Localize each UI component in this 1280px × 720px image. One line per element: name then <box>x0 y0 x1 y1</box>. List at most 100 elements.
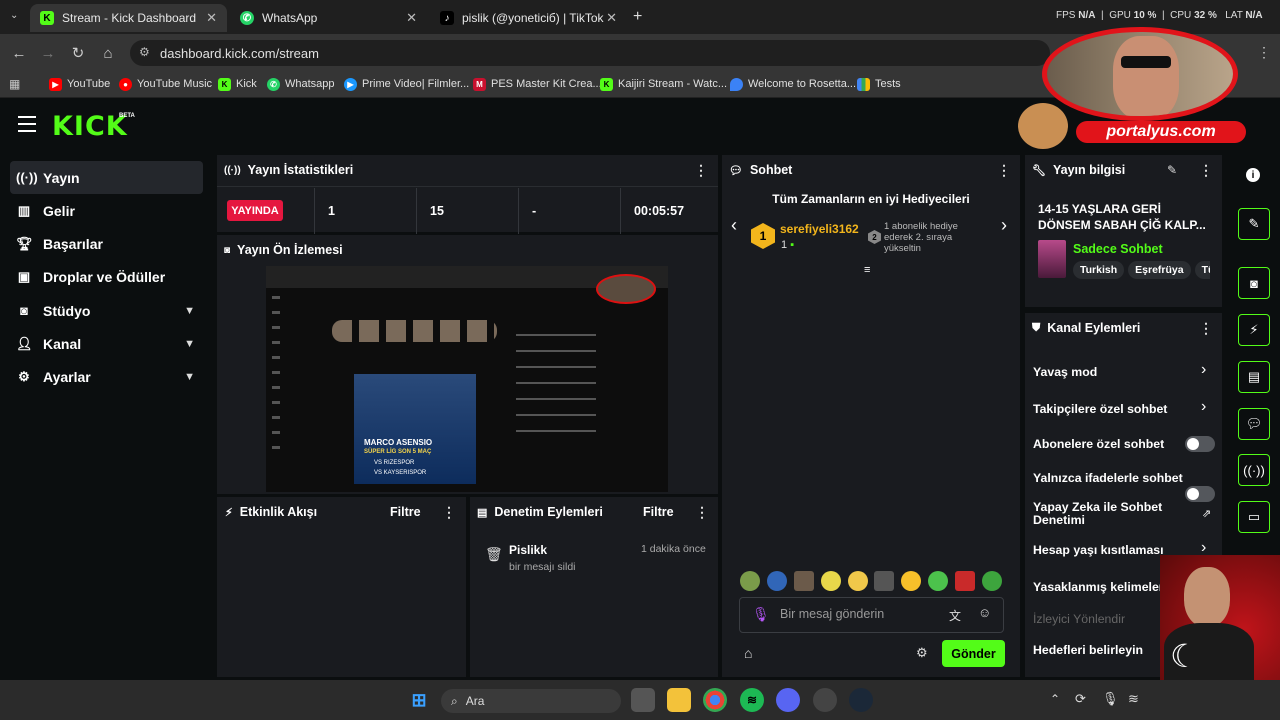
chevron-left-icon[interactable]: ‹ <box>731 215 737 236</box>
activity-filter-button[interactable]: Filtre <box>390 505 421 519</box>
stream-preview-video[interactable]: MARCO ASENSIO SÜPER LİG SON 5 MAÇ VS RIZ… <box>266 266 668 492</box>
emotes-only-toggle[interactable] <box>1185 486 1215 502</box>
send-button[interactable]: Gönder <box>942 640 1005 667</box>
bookmark-whatsapp[interactable]: ✆ Whatsapp <box>267 75 335 93</box>
chat-menu-icon[interactable]: ⋮ <box>997 162 1011 179</box>
browser-menu-icon[interactable]: ⋮ <box>1257 44 1271 61</box>
emote-icon[interactable] <box>874 571 895 591</box>
sidebar-item-droplar[interactable]: ▣ Droplar ve Ödüller <box>10 260 203 293</box>
emote-icon[interactable] <box>847 571 868 591</box>
emoji-icon[interactable]: ☺ <box>978 605 991 620</box>
activity-menu-icon[interactable]: ⋮ <box>442 504 456 521</box>
forward-arrow-icon[interactable]: → <box>37 42 59 64</box>
close-icon[interactable]: ✕ <box>406 10 417 26</box>
close-icon[interactable]: ✕ <box>606 10 617 26</box>
file-explorer-icon[interactable] <box>667 688 691 712</box>
chrome-icon[interactable] <box>703 688 727 712</box>
close-icon[interactable]: ✕ <box>206 10 217 26</box>
moderation-filter-button[interactable]: Filtre <box>643 505 674 519</box>
chevron-right-icon[interactable]: › <box>1001 215 1007 236</box>
discord-icon[interactable] <box>776 688 800 712</box>
emote-icon[interactable] <box>740 571 760 591</box>
collapse-icon[interactable]: ≡ <box>864 264 870 276</box>
bookmark-rosetta[interactable]: Welcome to Rosetta... <box>730 75 856 93</box>
kick-logo[interactable]: KICK <box>52 111 128 142</box>
bookmark-youtube[interactable]: ▶ YouTube <box>49 75 110 93</box>
category-thumbnail[interactable] <box>1038 240 1066 278</box>
steam-icon[interactable] <box>849 688 873 712</box>
windows-start-icon[interactable]: ⊞ <box>407 688 431 712</box>
moderation-menu-icon[interactable]: ⋮ <box>695 504 709 521</box>
stream-info-menu-icon[interactable]: ⋮ <box>1199 162 1213 179</box>
sidebar-item-basarilar[interactable]: 🏆︎ Başarılar <box>10 227 203 260</box>
microphone-icon[interactable]: 🎙︎ <box>752 606 770 623</box>
emote-icon[interactable] <box>766 571 787 591</box>
bookmark-tests[interactable]: Tests <box>857 75 901 93</box>
emote-icon[interactable] <box>901 571 922 591</box>
bolt-icon[interactable]: ⚡︎ <box>1238 314 1270 346</box>
tag[interactable]: Tü <box>1194 261 1210 279</box>
tab-search-icon[interactable]: ⌄ <box>10 10 18 21</box>
edit-pencil-icon[interactable]: ✎ <box>1167 163 1177 177</box>
home-icon[interactable]: ⌂ <box>97 42 119 64</box>
document-icon[interactable]: ▤ <box>1238 361 1270 393</box>
bookmark-prime-video[interactable]: ▶ Prime Video| Filmler... <box>344 75 469 93</box>
spotify-icon[interactable]: ≋ <box>740 688 764 712</box>
sidebar-item-yayin[interactable]: ((·)) Yayın <box>10 161 203 194</box>
subs-only-toggle[interactable] <box>1185 436 1215 452</box>
sync-icon[interactable]: ⟳ <box>1075 691 1086 707</box>
apps-grid-icon[interactable]: ▦ <box>9 77 20 91</box>
camera-icon[interactable]: ◙ <box>1238 267 1270 299</box>
bookmark-youtube-music[interactable]: ● YouTube Music <box>119 75 212 93</box>
tray-chevron-icon[interactable]: ⌃ <box>1050 692 1060 706</box>
new-tab-plus-icon[interactable]: + <box>633 8 642 26</box>
category-link[interactable]: Sadece Sohbet <box>1073 242 1163 256</box>
stats-menu-icon[interactable]: ⋮ <box>694 162 708 179</box>
edit-icon[interactable]: ✎ <box>1238 208 1270 240</box>
translate-icon[interactable]: 文 <box>949 607 961 624</box>
reload-icon[interactable]: ↻ <box>67 42 89 64</box>
hamburger-menu-icon[interactable] <box>18 116 36 132</box>
url-field[interactable]: ⚙ dashboard.kick.com/stream <box>130 40 1050 66</box>
tag[interactable]: Eşrefrüya <box>1128 261 1191 279</box>
video-icon[interactable]: ▭ <box>1238 501 1270 533</box>
microphone-tray-icon[interactable]: 🎙︎ <box>1102 691 1119 707</box>
site-info-icon[interactable]: ⚙ <box>139 45 150 59</box>
chat-header: 💬︎ Sohbet <box>729 163 793 177</box>
bookmark-kaijiri[interactable]: K Kaijiri Stream - Watc... <box>600 75 727 93</box>
back-arrow-icon[interactable]: ← <box>8 42 30 64</box>
ai-moderation-row[interactable]: Yapay Zeka ile Sohbet Denetimi <box>1033 500 1183 528</box>
tab-whatsapp[interactable]: ✆ WhatsApp ✕ <box>230 4 427 32</box>
emote-icon[interactable] <box>928 571 949 591</box>
info-icon[interactable]: i <box>1246 168 1260 182</box>
sidebar-item-gelir[interactable]: ▥ Gelir <box>10 194 203 227</box>
bookmark-kick[interactable]: K Kick <box>218 75 257 93</box>
external-link-icon[interactable]: ⇗ <box>1202 507 1211 520</box>
chevron-right-icon[interactable]: › <box>1201 361 1206 379</box>
channel-actions-menu-icon[interactable]: ⋮ <box>1199 320 1213 337</box>
task-view-icon[interactable] <box>631 688 655 712</box>
sidebar-item-studyo[interactable]: ◙ Stüdyo ▼ <box>10 294 203 327</box>
top-gifter-name[interactable]: serefiyeli3162 <box>780 222 859 236</box>
sidebar-item-ayarlar[interactable]: ⚙ Ayarlar ▼ <box>10 360 203 393</box>
viewer-count: 1 <box>328 204 335 218</box>
obs-icon[interactable] <box>813 688 837 712</box>
tag[interactable]: Turkish <box>1073 261 1125 279</box>
chevron-right-icon[interactable]: › <box>1201 398 1206 416</box>
followers-only-row[interactable]: Takipçilere özel sohbet <box>1033 401 1215 417</box>
tab-tiktok[interactable]: ♪ pislik (@yoneticiб) | TikTok ✕ <box>430 4 627 32</box>
wifi-icon[interactable]: ≋ <box>1128 691 1139 707</box>
emote-icon[interactable] <box>981 571 1002 591</box>
emote-icon[interactable] <box>955 571 975 591</box>
settings-gear-icon[interactable]: ⚙ <box>916 645 928 661</box>
emote-icon[interactable] <box>820 571 841 591</box>
chat-bubble-icon[interactable]: 💬︎ <box>1238 408 1270 440</box>
taskbar-search[interactable]: ⌕ Ara <box>441 689 621 713</box>
slow-mode-row[interactable]: Yavaş mod <box>1033 364 1215 380</box>
broadcast-icon[interactable]: ((·)) <box>1238 454 1270 486</box>
tab-kick-dashboard[interactable]: K Stream - Kick Dashboard ✕ <box>30 4 227 32</box>
bookmark-pes-master[interactable]: M PES Master Kit Crea... <box>473 75 602 93</box>
sidebar-item-kanal[interactable]: 👤︎ Kanal ▼ <box>10 327 203 360</box>
emote-icon[interactable] <box>793 571 814 591</box>
store-icon[interactable]: ⌂ <box>744 645 752 661</box>
